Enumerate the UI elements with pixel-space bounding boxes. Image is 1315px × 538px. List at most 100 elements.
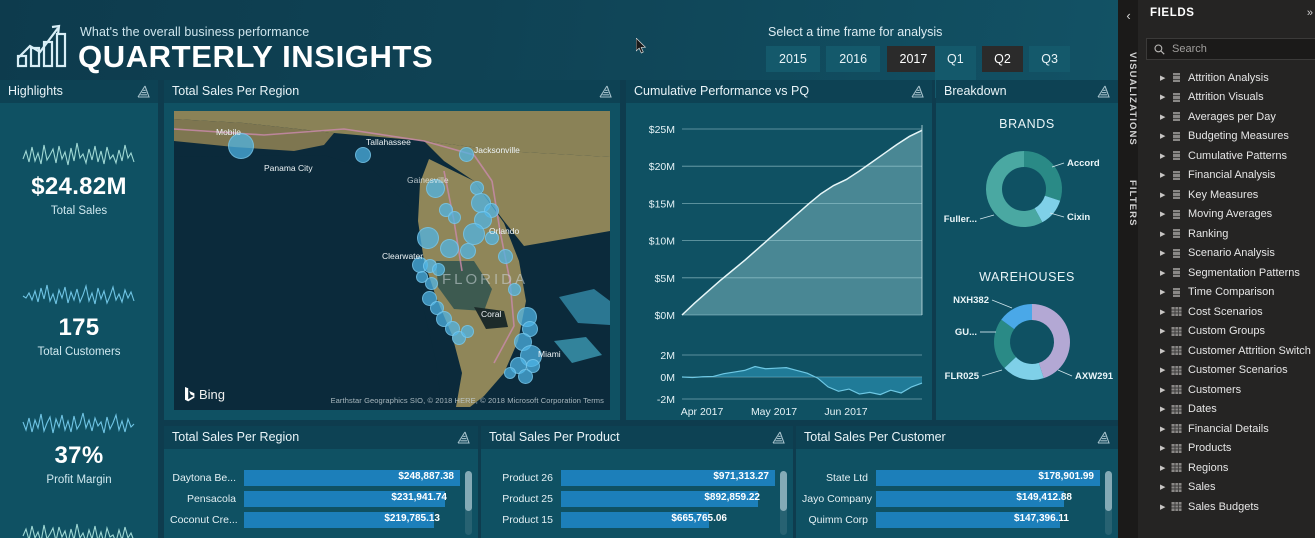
field-item[interactable]: ▶ Custom Groups [1138,322,1315,342]
field-item[interactable]: ▶ Averages per Day [1138,107,1315,127]
chevron-right-icon[interactable]: ▶ [1160,444,1171,452]
focus-mode-icon[interactable] [456,430,471,445]
focus-mode-icon[interactable] [910,84,925,99]
focus-mode-icon[interactable] [136,84,151,99]
map-bubble[interactable] [459,147,474,162]
chevron-right-icon[interactable]: ▶ [1160,249,1171,257]
table-row[interactable]: Quimm Corp $147,396.11 [796,511,1118,528]
field-item[interactable]: ▶ Cumulative Patterns [1138,146,1315,166]
chevron-right-icon[interactable]: ▶ [1160,366,1171,374]
field-item[interactable]: ▶ Regions [1138,458,1315,478]
chevron-right-icon[interactable]: ▶ [1160,113,1171,121]
search-input[interactable]: Search [1146,38,1315,60]
table-row[interactable]: Product 26 $971,313.27 [481,469,793,486]
field-item[interactable]: ▶ Ranking [1138,224,1315,244]
focus-mode-icon[interactable] [1096,430,1111,445]
map-bubble[interactable] [498,249,513,264]
chevron-right-icon[interactable]: ▶ [1160,464,1171,472]
field-item[interactable]: ▶ Customer Attrition Switch [1138,341,1315,361]
field-item[interactable]: ▶ Time Comparison [1138,283,1315,303]
field-item[interactable]: ▶ Sales [1138,478,1315,498]
field-item[interactable]: ▶ Segmentation Patterns [1138,263,1315,283]
chevron-right-icon[interactable]: ▶ [1160,483,1171,491]
kpi-partial-next[interactable] [0,518,158,538]
map-bubble[interactable] [355,147,371,163]
bing-map[interactable]: Mobile Tallahassee Jacksonville Panama C… [174,111,610,410]
chevron-right-icon[interactable]: ▶ [1160,308,1171,316]
field-item[interactable]: ▶ Attrition Analysis [1138,68,1315,88]
map-bubble[interactable] [417,227,439,249]
vertical-scrollbar[interactable] [1105,471,1112,535]
field-item[interactable]: ▶ Financial Details [1138,419,1315,439]
field-item[interactable]: ▶ Moving Averages [1138,205,1315,225]
kpi-total-sales[interactable]: $24.82M Total Sales [0,137,158,217]
chevron-right-icon[interactable]: ▶ [1160,132,1171,140]
map-bubble[interactable] [440,239,459,258]
chevron-right-icon[interactable]: ▶ [1160,425,1171,433]
field-item[interactable]: ▶ Products [1138,439,1315,459]
year-button-2017[interactable]: 2017 [886,46,941,72]
chevron-right-icon[interactable]: ▶ [1160,327,1171,335]
chevron-double-right-icon[interactable]: » [1307,7,1313,19]
map-bubble[interactable] [504,367,516,379]
vertical-scrollbar[interactable] [780,471,787,535]
table-row[interactable]: Product 15 $665,765.06 [481,511,793,528]
table-row[interactable]: Coconut Cre... $219,785.13 [164,511,478,528]
cumulative-area-chart[interactable]: $0M $5M $10M $15M $20M $25M -2M 0M 2M Apr 2017 May… [626,103,932,420]
field-item[interactable]: ▶ Financial Analysis [1138,166,1315,186]
table-row[interactable]: State Ltd $178,901.99 [796,469,1118,486]
chevron-right-icon[interactable]: ▶ [1160,405,1171,413]
bing-logo[interactable]: Bing [184,387,225,402]
rail-visualizations[interactable]: VISUALIZATIONS [1118,40,1138,158]
chevron-right-icon[interactable]: ▶ [1160,230,1171,238]
focus-mode-icon[interactable] [598,84,613,99]
field-item[interactable]: ▶ Sales Budgets [1138,497,1315,517]
field-item[interactable]: ▶ Attrition Visuals [1138,88,1315,108]
brands-donut-chart[interactable]: Accord Cixin Fuller... [936,131,1118,251]
map-bubble[interactable] [460,243,476,259]
map-place-label: Clearwater [382,251,424,261]
donut-slice[interactable] [1024,151,1062,201]
chevron-right-icon[interactable]: ▶ [1160,93,1171,101]
field-item[interactable]: ▶ Dates [1138,400,1315,420]
chevron-right-icon[interactable]: ▶ [1160,210,1171,218]
chevron-right-icon[interactable]: ▶ [1160,347,1171,355]
field-item[interactable]: ▶ Customers [1138,380,1315,400]
year-button-2015[interactable]: 2015 [766,46,820,72]
field-item[interactable]: ▶ Key Measures [1138,185,1315,205]
table-row[interactable]: Product 25 $892,859.22 [481,490,793,507]
field-item[interactable]: ▶ Cost Scenarios [1138,302,1315,322]
chevron-right-icon[interactable]: ▶ [1160,74,1171,82]
map-bubble[interactable] [518,369,533,384]
table-row[interactable]: Pensacola $231,941.74 [164,490,478,507]
chevron-right-icon[interactable]: ▶ [1160,503,1171,511]
field-item[interactable]: ▶ Scenario Analysis [1138,244,1315,264]
map-bubble[interactable] [425,277,438,290]
field-item[interactable]: ▶ Customer Scenarios [1138,361,1315,381]
kpi-total-customers[interactable]: 175 Total Customers [0,278,158,358]
focus-mode-icon[interactable] [1096,84,1111,99]
chevron-right-icon[interactable]: ▶ [1160,386,1171,394]
year-button-2016[interactable]: 2016 [826,46,881,72]
chevron-right-icon[interactable]: ▶ [1160,288,1171,296]
field-name: Key Measures [1188,188,1259,201]
map-bubble[interactable] [461,325,474,338]
table-row[interactable]: Daytona Be... $248,887.38 [164,469,478,486]
kpi-profit-margin[interactable]: 37% Profit Margin [0,406,158,486]
quarter-button-q3[interactable]: Q3 [1029,46,1070,72]
chevron-left-icon[interactable]: ‹ [1122,8,1135,24]
map-bubble[interactable] [463,223,485,245]
chevron-right-icon[interactable]: ▶ [1160,191,1171,199]
table-row[interactable]: Jayo Company $149,412.88 [796,490,1118,507]
chevron-right-icon[interactable]: ▶ [1160,269,1171,277]
map-bubble[interactable] [448,211,461,224]
vertical-scrollbar[interactable] [465,471,472,535]
chevron-right-icon[interactable]: ▶ [1160,171,1171,179]
field-item[interactable]: ▶ Budgeting Measures [1138,127,1315,147]
chevron-right-icon[interactable]: ▶ [1160,152,1171,160]
quarter-button-q1[interactable]: Q1 [935,46,976,72]
warehouses-donut-chart[interactable]: AXW291 NXH382 GU... FLR025 [936,284,1118,406]
quarter-button-q2[interactable]: Q2 [982,46,1023,72]
focus-mode-icon[interactable] [771,430,786,445]
rail-filters[interactable]: FILTERS [1118,168,1138,238]
